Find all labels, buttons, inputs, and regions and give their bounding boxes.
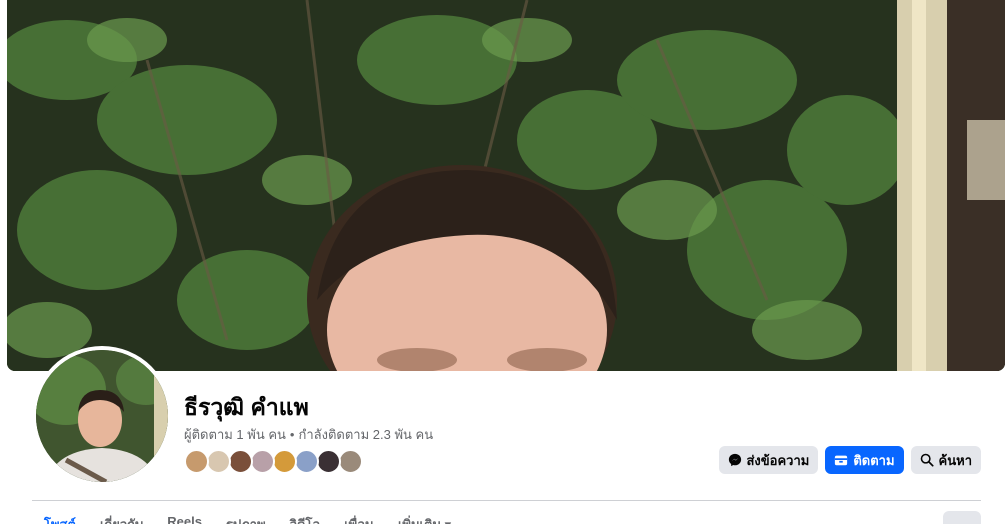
tab-4[interactable]: วิดีโอ: [278, 512, 333, 524]
tabs-more-button[interactable]: [943, 511, 981, 524]
followers-link[interactable]: ผู้ติดตาม 1 พัน คน: [184, 427, 286, 442]
search-button[interactable]: ค้นหา: [910, 446, 981, 474]
stats-separator: •: [289, 427, 295, 442]
profile-divider: [32, 500, 981, 501]
cover-photo-image: [7, 0, 1005, 371]
friend-avatar[interactable]: [294, 449, 319, 474]
profile-name: ธีรวุฒิ คำแพ: [184, 394, 309, 420]
avatar-image: [36, 350, 168, 482]
profile-actions: ส่งข้อความ ติดตาม ค้นหา: [718, 446, 981, 474]
tab-2[interactable]: Reels: [155, 512, 214, 524]
tab-6[interactable]: เพิ่มเติม ▾: [386, 512, 463, 524]
friend-avatar[interactable]: [338, 449, 363, 474]
follow-button-label: ติดตาม: [853, 452, 895, 468]
friend-avatar[interactable]: [228, 449, 253, 474]
friend-avatar[interactable]: [250, 449, 275, 474]
tab-5[interactable]: เพื่อน: [332, 512, 386, 524]
profile-tabs: โพสต์เกี่ยวกับReelsรูปภาพวิดีโอเพื่อนเพิ…: [40, 512, 463, 524]
cover-photo[interactable]: [7, 0, 1005, 371]
following-link[interactable]: กำลังติดตาม 2.3 พัน คน: [298, 427, 433, 442]
message-button[interactable]: ส่งข้อความ: [718, 446, 819, 474]
search-icon: [920, 453, 934, 467]
follow-button[interactable]: ติดตาม: [825, 446, 904, 474]
friend-avatar[interactable]: [272, 449, 297, 474]
profile-stats: ผู้ติดตาม 1 พัน คน • กำลังติดตาม 2.3 พัน ค…: [184, 424, 433, 445]
messenger-icon: [728, 453, 742, 467]
tab-0[interactable]: โพสต์: [40, 512, 88, 524]
friend-avatar[interactable]: [316, 449, 341, 474]
follow-icon: [834, 453, 848, 467]
search-button-label: ค้นหา: [938, 452, 972, 468]
profile-avatar[interactable]: [32, 346, 172, 486]
friend-avatar[interactable]: [206, 449, 231, 474]
tab-3[interactable]: รูปภาพ: [214, 512, 278, 524]
message-button-label: ส่งข้อความ: [746, 452, 810, 468]
friend-avatars: [184, 449, 363, 474]
tab-1[interactable]: เกี่ยวกับ: [88, 512, 155, 524]
friend-avatar[interactable]: [184, 449, 209, 474]
